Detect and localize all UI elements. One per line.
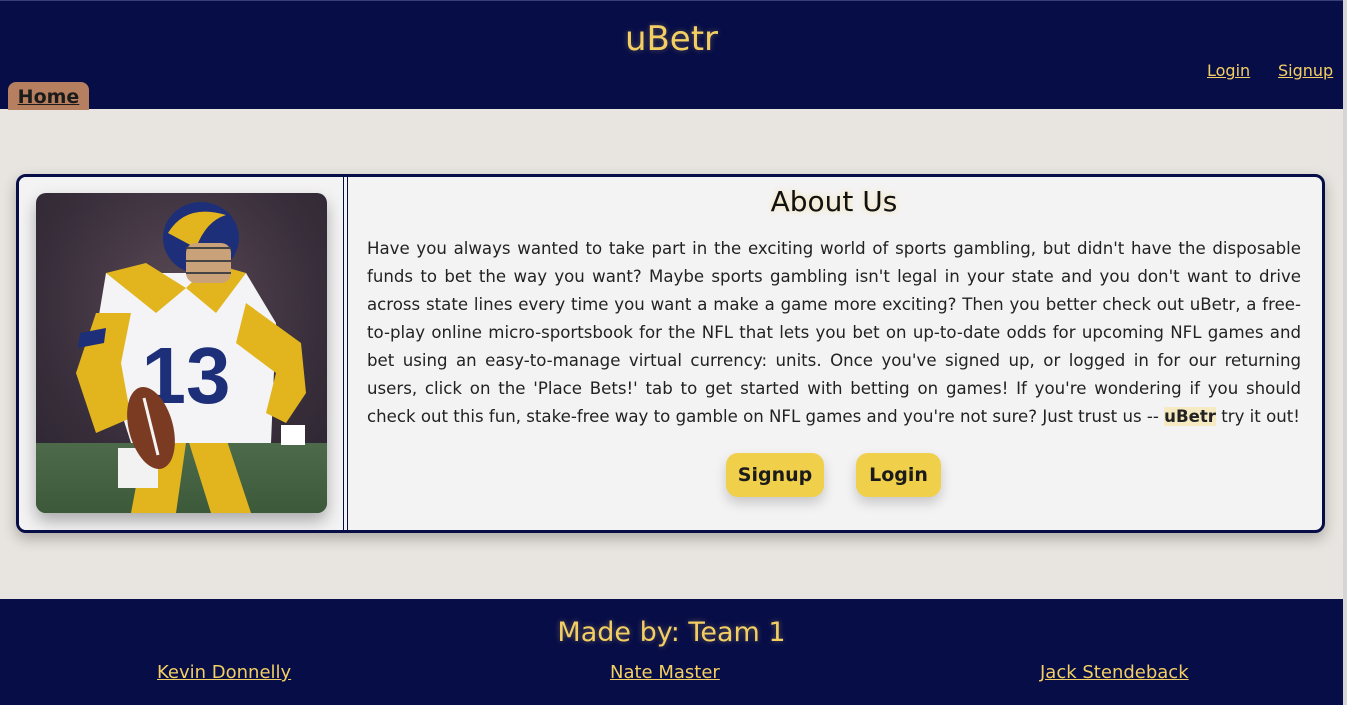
header-bar: uBetr Login Signup Home (0, 0, 1343, 110)
about-card: 13 About Us Have you always wanted to ta… (16, 174, 1325, 533)
footer-title: Made by: Team 1 (557, 617, 786, 648)
member-link-nate-master[interactable]: Nate Master (610, 662, 720, 683)
player-photo: 13 (36, 193, 327, 513)
brand-highlight: uBetr (1164, 407, 1216, 426)
about-text: Have you always wanted to take part in t… (367, 239, 1301, 426)
footer: Made by: Team 1 Kevin Donnelly Nate Mast… (0, 599, 1343, 705)
signup-button[interactable]: Signup (726, 453, 824, 497)
header-login-link[interactable]: Login (1207, 61, 1250, 80)
photo-panel: 13 (19, 177, 346, 530)
about-heading: About Us (770, 185, 898, 218)
tab-home[interactable]: Home (8, 82, 89, 110)
header-signup-link[interactable]: Signup (1278, 61, 1333, 80)
member-link-kevin-donnelly[interactable]: Kevin Donnelly (157, 662, 291, 683)
login-button[interactable]: Login (856, 453, 941, 497)
member-link-jack-stendeback[interactable]: Jack Stendeback (1040, 662, 1189, 683)
panel-divider (343, 177, 348, 530)
window-scrollbar-edge (1343, 0, 1347, 705)
site-title: uBetr (624, 19, 719, 59)
